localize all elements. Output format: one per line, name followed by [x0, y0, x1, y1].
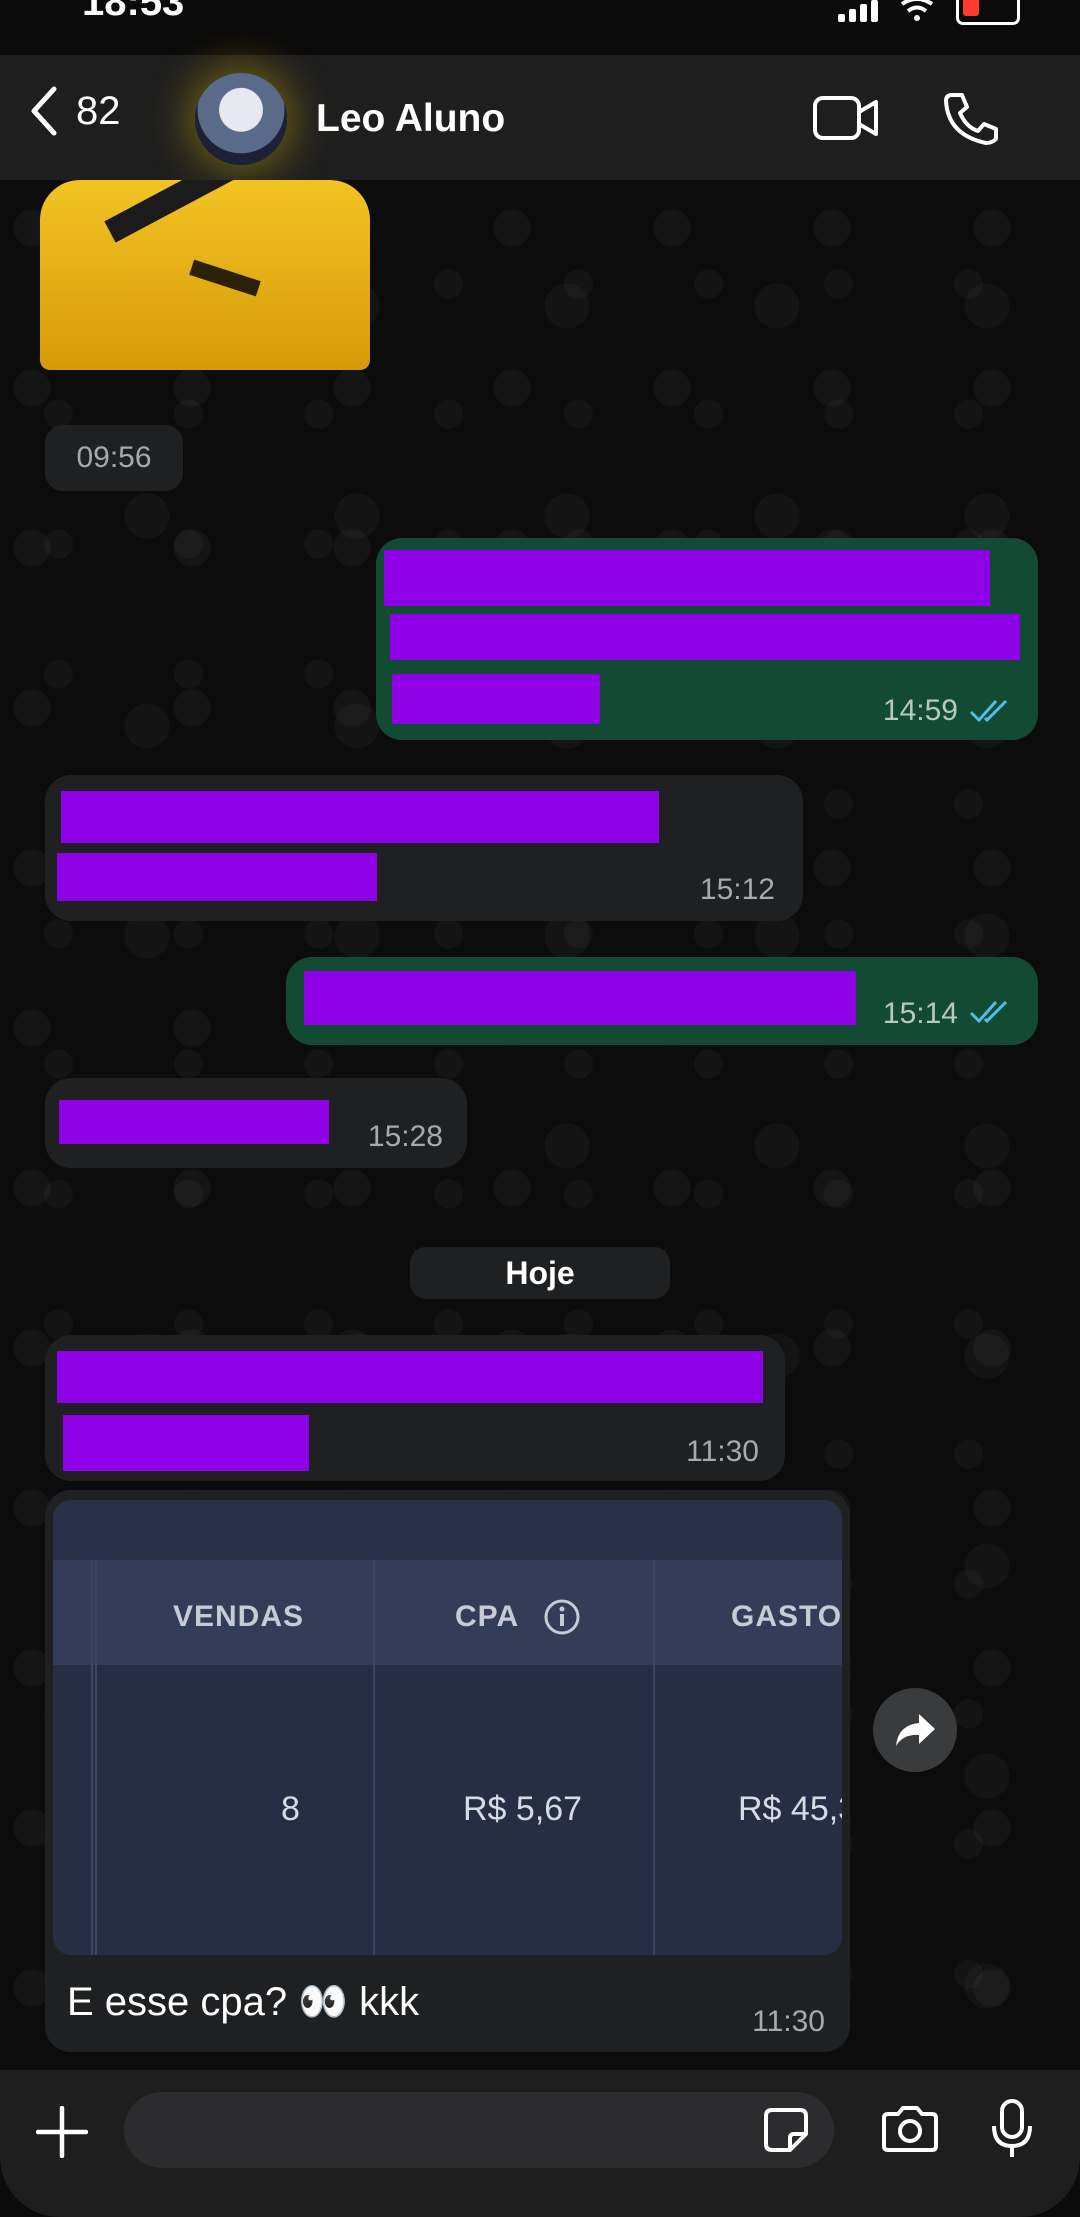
contact-name[interactable]: Leo Aluno [316, 97, 505, 141]
column-header: VENDAS [173, 1600, 305, 1633]
message-time: 15:28 [367, 1120, 443, 1153]
camera-icon[interactable] [880, 2104, 940, 2154]
message-time: 15:14 [882, 997, 958, 1030]
table-cell: 8 [281, 1790, 300, 1828]
message-time: 11:30 [686, 1435, 759, 1468]
chat-screen: 18:53 82 Leo Aluno 09:56 14:59 15:12 15:… [0, 0, 1080, 2217]
wifi-icon [900, 0, 934, 21]
message-time: 11:30 [752, 2005, 825, 2038]
message-input[interactable] [124, 2092, 834, 2168]
redacted-text [304, 971, 856, 1025]
composer-bar [0, 2070, 1080, 2217]
outgoing-message[interactable]: 15:14 [286, 957, 1038, 1045]
signal-icon [838, 0, 878, 22]
read-receipt-icon [969, 699, 1008, 723]
status-time: 18:53 [82, 0, 185, 24]
column-header: CPA [455, 1600, 520, 1633]
column-header: GASTO [731, 1600, 842, 1633]
message-time: 14:59 [882, 694, 958, 727]
redacted-text [392, 674, 600, 724]
sticker-image[interactable] [40, 180, 370, 370]
status-icons [838, 0, 1020, 25]
forward-icon [896, 1714, 935, 1746]
read-receipt-icon [969, 1000, 1008, 1024]
forward-button[interactable] [873, 1688, 957, 1772]
image-message[interactable]: VENDAS CPA GASTO 8 R$ 5,67 R$ 45,3 E ess… [45, 1490, 850, 2052]
sticker-icon[interactable] [762, 2106, 810, 2154]
redacted-text [384, 550, 990, 606]
redacted-text [390, 614, 1020, 660]
table-cell: R$ 5,67 [463, 1790, 583, 1828]
unread-count: 82 [76, 88, 121, 133]
chevron-left-icon [31, 86, 57, 136]
redacted-text [59, 1100, 329, 1144]
avatar[interactable] [195, 73, 287, 165]
message-caption: E esse cpa? 👀 kkk [67, 1980, 420, 2024]
battery-icon [956, 0, 1020, 25]
incoming-message[interactable]: 11:30 [45, 1335, 785, 1481]
day-separator: Hoje [410, 1247, 670, 1299]
outgoing-message[interactable]: 14:59 [376, 538, 1038, 740]
redacted-text [61, 791, 659, 843]
table-cell: R$ 45,3 [738, 1790, 842, 1828]
redacted-text [57, 853, 377, 901]
message-time: 15:12 [699, 873, 775, 906]
phone-call-icon[interactable] [942, 91, 998, 145]
redacted-text [57, 1351, 763, 1403]
info-icon [544, 1599, 580, 1635]
table-header-row [53, 1560, 842, 1665]
plus-icon[interactable] [36, 2106, 88, 2158]
incoming-message[interactable]: 15:12 [45, 775, 803, 921]
incoming-message[interactable]: 15:28 [45, 1078, 467, 1168]
video-call-icon[interactable] [812, 95, 880, 141]
shared-screenshot[interactable]: VENDAS CPA GASTO 8 R$ 5,67 R$ 45,3 [53, 1500, 842, 1955]
microphone-icon[interactable] [990, 2098, 1034, 2160]
back-button[interactable]: 82 [28, 85, 121, 137]
sticker-time: 09:56 [45, 425, 183, 491]
redacted-text [63, 1415, 309, 1471]
chat-header: 82 Leo Aluno [0, 55, 1080, 180]
